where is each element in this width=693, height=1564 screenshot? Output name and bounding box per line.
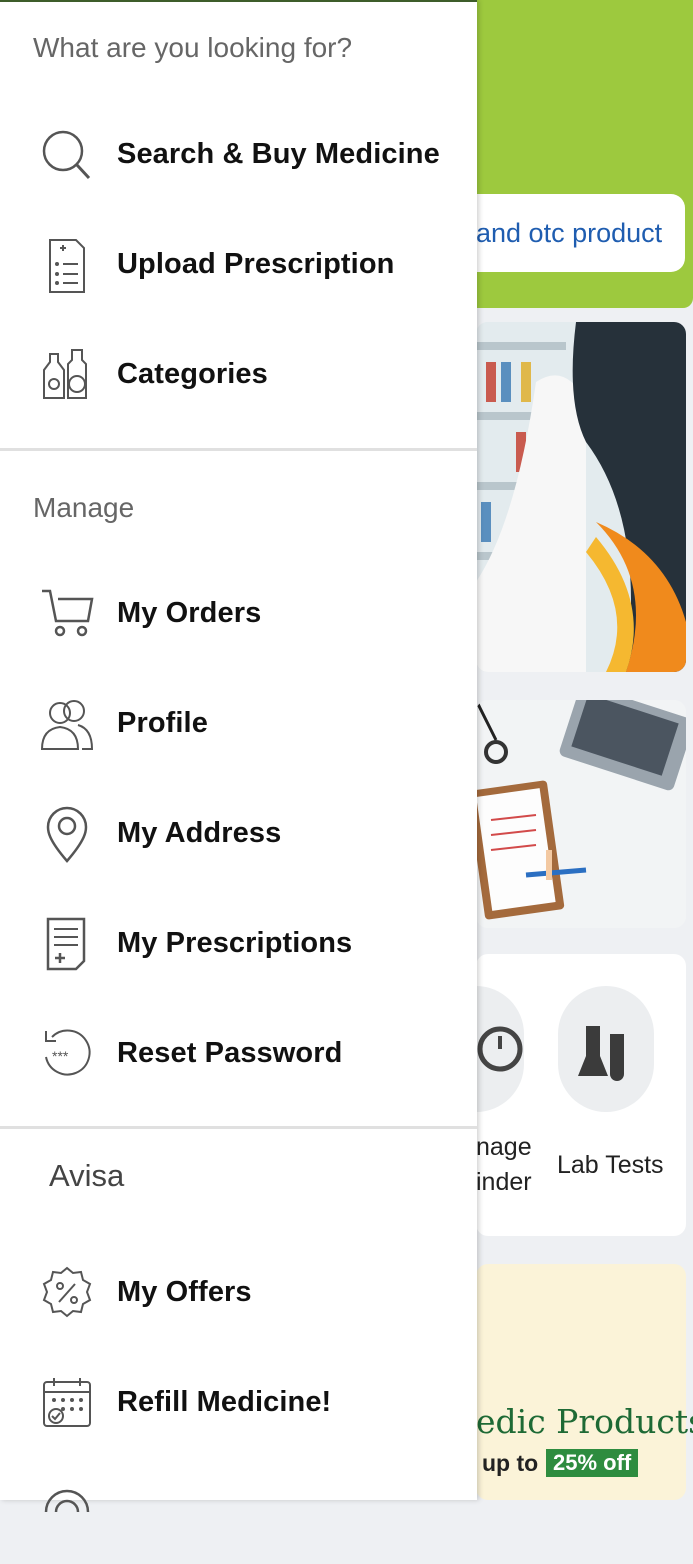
section-title-search: What are you looking for? [33, 32, 353, 63]
location-pin-icon [38, 805, 96, 863]
promo-title: edic Products [476, 1402, 693, 1441]
reset-password-icon: *** [38, 1025, 96, 1083]
offer-badge-icon [38, 1264, 96, 1322]
menu-item-label: Refill Medicine! [117, 1386, 332, 1418]
menu-item-label: Profile [117, 707, 208, 739]
search-icon [38, 126, 96, 184]
profile-icon [38, 695, 96, 753]
menu-item-my-orders[interactable]: My Orders [0, 569, 477, 665]
svg-text:***: *** [52, 1048, 69, 1064]
menu-item-my-address[interactable]: My Address [0, 789, 477, 885]
menu-item-upload-prescription[interactable]: Upload Prescription [0, 220, 477, 316]
menu-item-reset-password[interactable]: *** Reset Password [0, 1009, 477, 1105]
promo-discount-badge: 25% off [546, 1449, 639, 1477]
menu-item-label: Upload Prescription [117, 248, 395, 280]
menu-item-label: My Orders [117, 597, 262, 629]
menu-item-partial[interactable] [0, 1468, 477, 1564]
menu-item-label: My Address [117, 817, 282, 849]
medicine-reminder-label-line1: nage [476, 1133, 532, 1161]
categories-icon [38, 346, 96, 404]
menu-item-label: Search & Buy Medicine [117, 138, 440, 170]
document-icon [38, 915, 96, 973]
menu-item-my-offers[interactable]: My Offers [0, 1248, 477, 1344]
menu-item-search-buy-medicine[interactable]: Search & Buy Medicine [0, 110, 477, 206]
navigation-drawer: What are you looking for? Search & Buy M… [0, 0, 477, 1513]
menu-item-label: My Prescriptions [117, 927, 353, 959]
menu-item-categories[interactable]: Categories [0, 330, 477, 426]
section-title-brand: Avisa [49, 1158, 125, 1193]
cart-icon [38, 585, 96, 643]
section-divider [0, 448, 477, 451]
drawer-top-edge [0, 0, 477, 2]
pharmacy-banner[interactable] [476, 322, 686, 672]
menu-item-label: My Offers [117, 1276, 252, 1308]
medicine-reminder-label-line2: inder [476, 1168, 532, 1196]
menu-item-label: Categories [117, 358, 268, 390]
lab-tests-label: Lab Tests [557, 1151, 664, 1179]
menu-item-label: Reset Password [117, 1037, 343, 1069]
section-divider [0, 1126, 477, 1129]
section-title-manage: Manage [33, 492, 135, 523]
prescription-icon [38, 236, 96, 294]
menu-item-my-prescriptions[interactable]: My Prescriptions [0, 899, 477, 995]
menu-item-profile[interactable]: Profile [0, 679, 477, 775]
quick-actions-card: nage inder Lab Tests [428, 954, 686, 1236]
partial-menu-icon [38, 1484, 96, 1542]
menu-item-refill-medicine[interactable]: Refill Medicine! [0, 1358, 477, 1454]
promo-subtitle: up to [482, 1450, 539, 1476]
search-placeholder: and otc product [476, 218, 663, 248]
calendar-icon [38, 1374, 96, 1432]
lab-tests-button[interactable] [558, 986, 654, 1112]
doctor-consult-banner[interactable] [476, 700, 686, 928]
